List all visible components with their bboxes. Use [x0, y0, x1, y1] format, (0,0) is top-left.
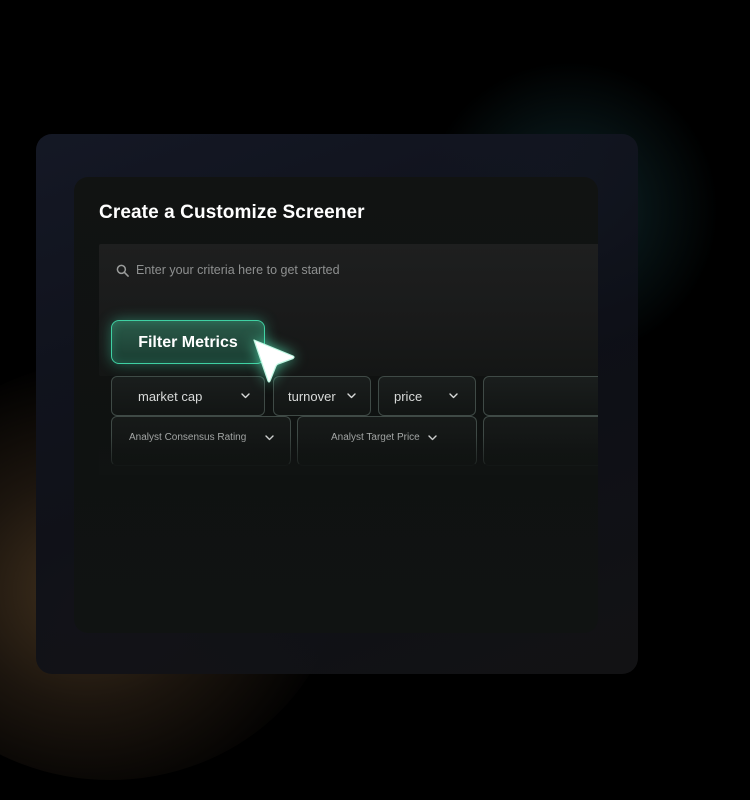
page-title: Create a Customize Screener	[99, 202, 365, 223]
search-input[interactable]	[136, 260, 576, 280]
metric-chip-analyst-consensus-rating[interactable]: Analyst Consensus Rating	[111, 416, 291, 466]
filter-metrics-button[interactable]: Filter Metrics	[111, 320, 265, 364]
metric-chip-partial[interactable]	[483, 376, 598, 416]
chevron-down-icon	[428, 435, 437, 441]
metric-chip-label: Analyst Consensus Rating	[129, 432, 247, 443]
chevron-down-icon	[265, 435, 274, 441]
metric-chip-label: Analyst Target Price	[331, 432, 420, 443]
canvas: Create a Customize Screener market cap t…	[0, 0, 750, 800]
metric-chip-price[interactable]: price	[378, 376, 476, 416]
search-icon	[116, 264, 129, 277]
chevron-down-icon	[347, 393, 356, 399]
metric-chip-partial[interactable]	[483, 416, 598, 466]
metric-chip-label: market cap	[138, 388, 203, 404]
metric-chip-label: price	[394, 388, 423, 404]
chevron-down-icon	[449, 393, 458, 399]
screener-card: Create a Customize Screener market cap t…	[74, 177, 598, 633]
chevron-down-icon	[241, 393, 250, 399]
cursor-pointer-icon	[253, 339, 295, 383]
metric-chip-analyst-target-price[interactable]: Analyst Target Price	[297, 416, 477, 466]
metric-chip-market-cap[interactable]: market cap	[111, 376, 265, 416]
metric-chip-label: turnover	[288, 388, 336, 404]
